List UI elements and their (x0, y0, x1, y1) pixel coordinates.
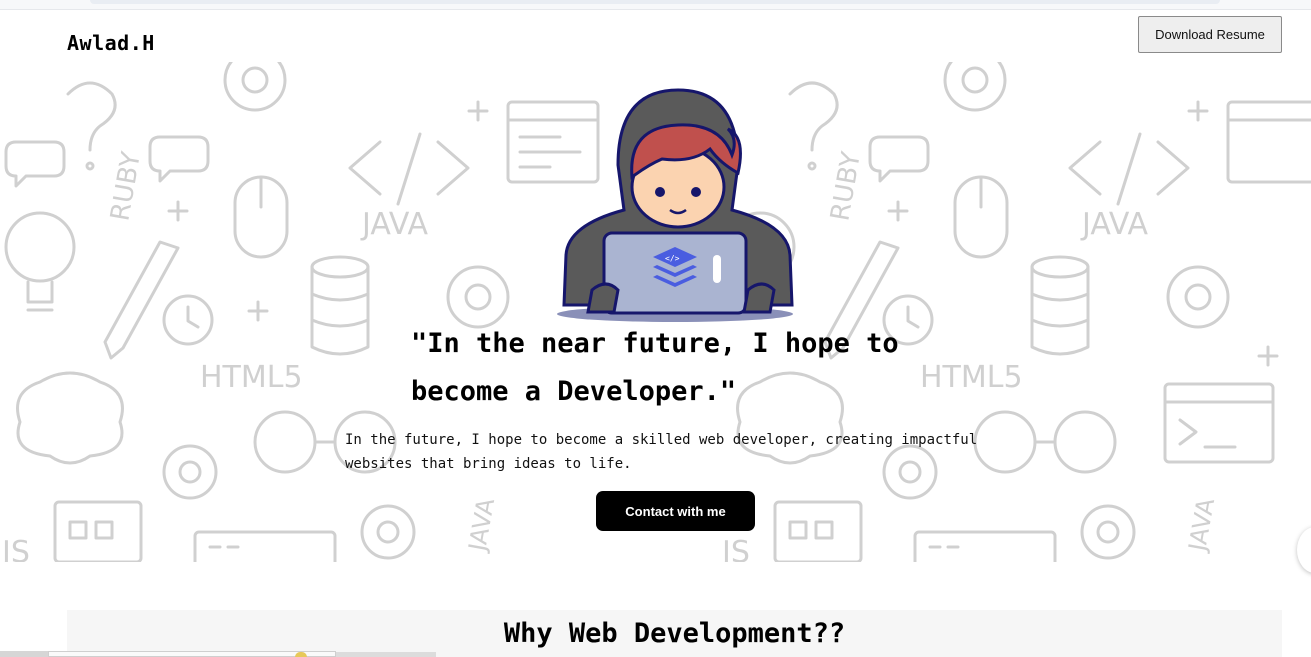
speech-bubble-icon (868, 135, 930, 183)
plus-mark (467, 100, 489, 122)
laptop-screen-glare (713, 255, 721, 283)
code-tag-icon (348, 132, 470, 206)
question-icon (66, 81, 117, 171)
bottom-cards-strip (0, 651, 1311, 657)
why-web-development-section: Why Web Development?? (67, 610, 1282, 657)
gear-icon (446, 265, 510, 329)
mouse-icon (233, 175, 289, 259)
mouse-icon (953, 175, 1009, 259)
contact-button[interactable]: Contact with me (596, 491, 755, 531)
pattern-word-js: JS (0, 535, 30, 562)
card-edge (336, 652, 436, 657)
gear-icon (1166, 265, 1230, 329)
gear-icon (1080, 504, 1136, 560)
card-top (48, 651, 336, 657)
card-edge (0, 651, 48, 657)
database-icon (310, 255, 370, 356)
section-title: Why Web Development?? (503, 618, 846, 649)
database-icon (1030, 255, 1090, 356)
pencil-icon (103, 240, 180, 360)
hero-headline: "In the near future, I hope to become a … (411, 328, 899, 407)
monitor-icon (1226, 100, 1311, 184)
speech-bubble-icon (4, 140, 66, 188)
browser-top-strip (0, 0, 1311, 10)
pattern-word-ruby: RUBY (825, 150, 867, 224)
hero-description: In the future, I hope to become a skille… (345, 432, 978, 472)
card-image-peek (295, 652, 307, 657)
left-eye (655, 187, 665, 197)
plus-mark (167, 200, 189, 222)
clock-icon (162, 294, 214, 346)
gear-icon (223, 62, 287, 112)
terminal-icon (1163, 382, 1275, 464)
pattern-word-java: JAVA (463, 496, 500, 555)
pattern-word-java: JAVA (1183, 496, 1220, 555)
pattern-word-java: JAVA (360, 207, 429, 242)
hero-section: JAVA JAVA RUBY RUBY HTML5 HTML5 JS JS JA… (0, 10, 1311, 563)
code-tag-icon (1068, 132, 1190, 206)
pattern-word-html5: HTML5 (200, 360, 303, 395)
gear-icon (162, 444, 218, 500)
gear-icon (943, 62, 1007, 112)
site-logo[interactable]: Awlad.H (67, 31, 155, 55)
monitor-icon (913, 530, 1057, 562)
pattern-word-js: JS (720, 535, 750, 562)
plus-mark (1257, 345, 1279, 367)
monitor-icon (193, 530, 337, 562)
terminal-icon (773, 500, 863, 562)
developer-illustration: </> (557, 88, 794, 322)
speech-bubble-icon (148, 135, 210, 183)
lightbulb-icon (4, 211, 76, 312)
right-eye (691, 187, 701, 197)
plus-mark (887, 200, 909, 222)
brain-icon (16, 371, 124, 465)
plus-mark (1187, 100, 1209, 122)
top-bar-shadow (90, 0, 1220, 4)
plus-mark (247, 300, 269, 322)
pattern-word-java: JAVA (1080, 207, 1149, 242)
svg-text:</>: </> (665, 254, 680, 263)
pattern-word-ruby: RUBY (105, 150, 147, 224)
gear-icon (360, 504, 416, 560)
terminal-icon (53, 500, 143, 562)
download-resume-button[interactable]: Download Resume (1138, 16, 1282, 53)
